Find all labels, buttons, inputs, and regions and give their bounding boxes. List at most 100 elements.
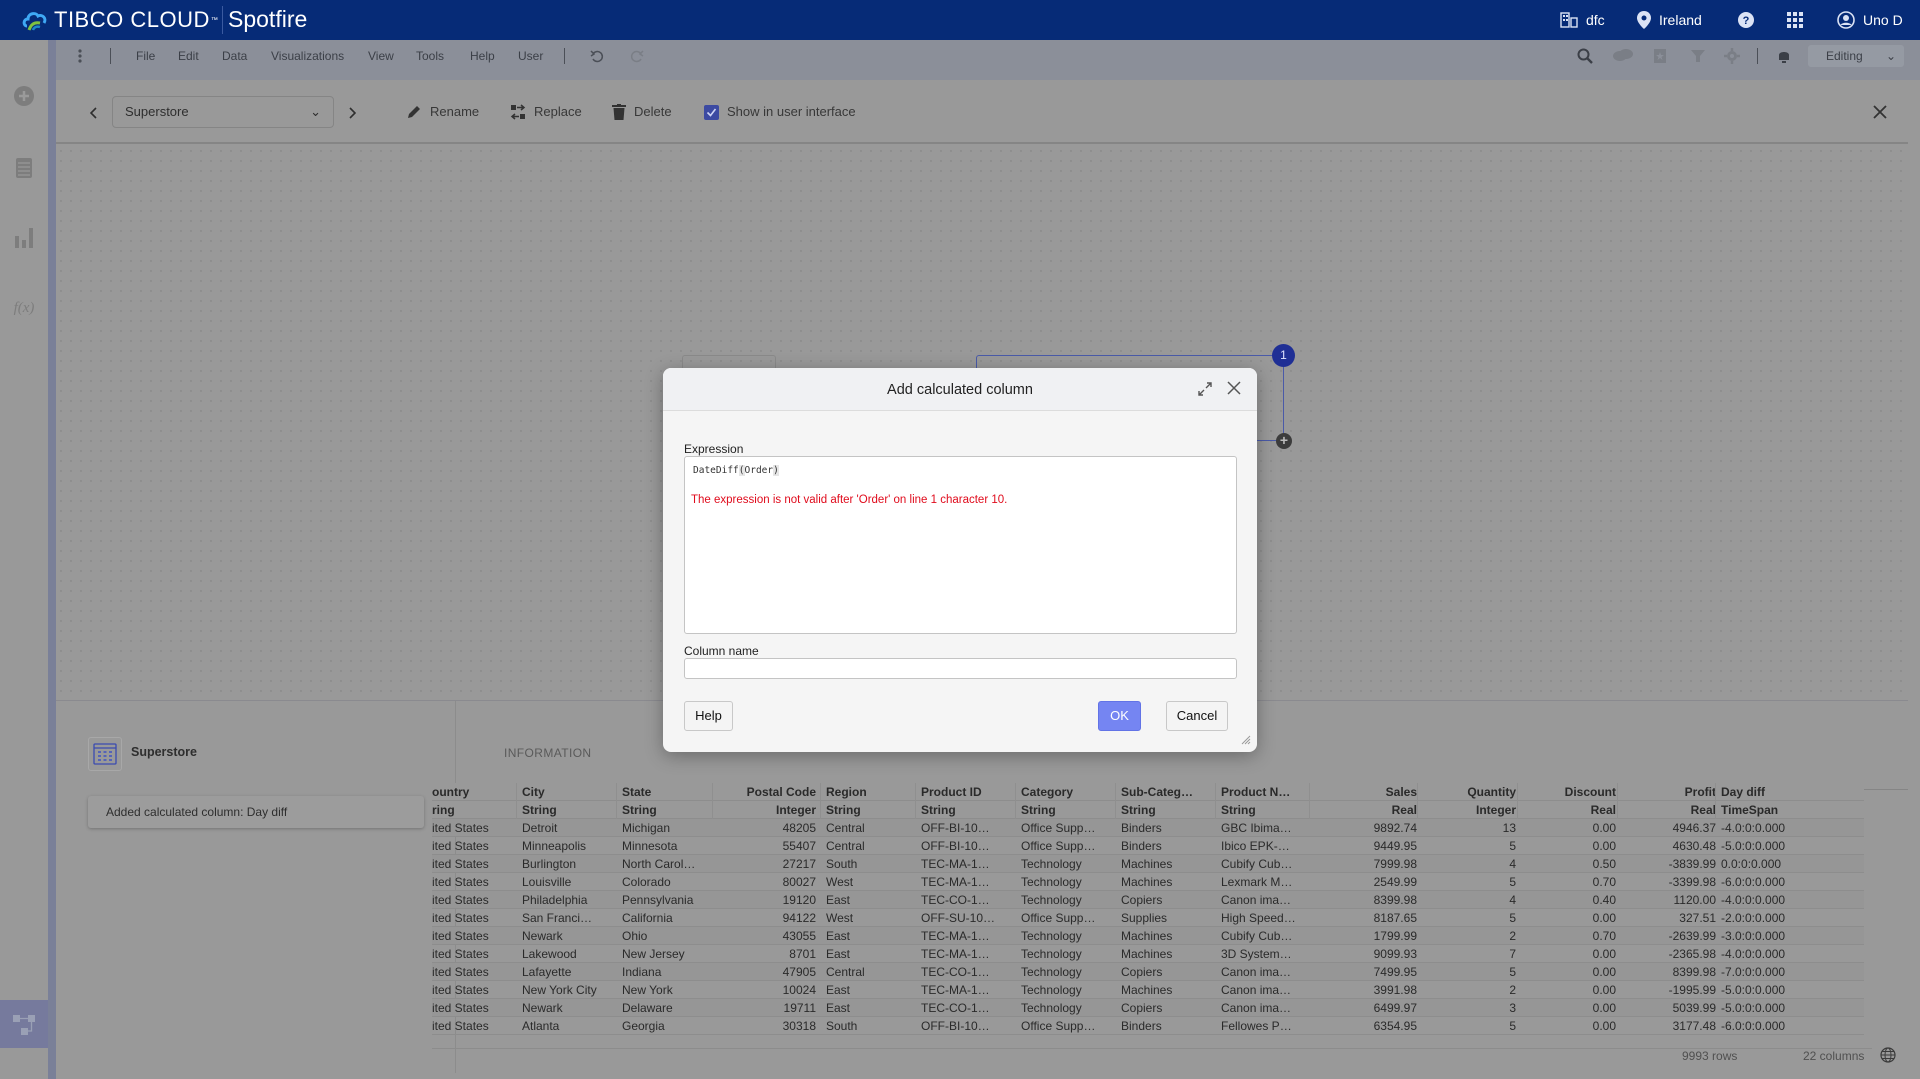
column-separator[interactable] <box>915 783 916 819</box>
column-separator[interactable] <box>516 783 517 819</box>
expression-paren-close: ) <box>773 465 779 476</box>
cell-product-name: Fellowes P… <box>1221 1019 1292 1033</box>
expand-icon[interactable] <box>1198 382 1212 396</box>
column-separator[interactable] <box>1015 783 1016 819</box>
cell-quantity: 7 <box>1509 947 1516 961</box>
menu-edit[interactable]: Edit <box>178 40 199 72</box>
pages-button[interactable] <box>12 156 36 180</box>
column-separator[interactable] <box>1115 783 1116 819</box>
tibco-cloud-logo[interactable]: TIBCO CLOUD ™ <box>22 7 218 33</box>
add-data-button[interactable] <box>12 84 36 108</box>
apps-button[interactable] <box>1787 0 1811 40</box>
column-separator[interactable] <box>1215 783 1216 819</box>
column-separator[interactable] <box>712 783 713 819</box>
cell-postal-code: 8701 <box>789 947 816 961</box>
cell-state: North Carol… <box>622 857 696 871</box>
column-separator[interactable] <box>616 783 617 819</box>
notifications-bell-icon[interactable] <box>1776 48 1792 64</box>
column-separator[interactable] <box>1715 783 1716 819</box>
app-grid-icon <box>1787 12 1803 28</box>
column-separator[interactable] <box>1309 783 1310 819</box>
replace-button[interactable]: Replace <box>510 96 582 128</box>
cell-discount: 0.40 <box>1592 893 1616 907</box>
menu-tools[interactable]: Tools <box>416 40 444 72</box>
cell-discount: 0.00 <box>1592 821 1616 835</box>
checkbox-checked-icon <box>704 104 719 120</box>
cell-country: ited States <box>432 947 489 961</box>
cell-region: East <box>826 929 851 943</box>
function-fx-icon[interactable]: f(x) <box>12 296 36 320</box>
cell-region: East <box>826 947 851 961</box>
row-count: 9993 rows <box>1682 1049 1738 1063</box>
cell-state: Indiana <box>622 965 662 979</box>
node-count-badge[interactable]: 1 <box>1272 344 1295 367</box>
cell-profit: -2639.99 <box>1668 929 1716 943</box>
mode-select[interactable]: Editing ⌄ <box>1808 45 1904 67</box>
cell-product-name: String <box>1221 803 1256 817</box>
table-row: ited States Minneapolis Minnesota 55407 Cent… <box>432 837 1864 855</box>
cell-day-diff: -4.0:0:0.000 <box>1721 947 1786 961</box>
user-menu[interactable]: Uno D <box>1837 0 1903 40</box>
ok-button[interactable]: OK <box>1098 701 1141 731</box>
data-table-toolbar: Superstore ⌄ Rename Replace Delete Show … <box>56 80 1908 144</box>
resize-grip-icon[interactable] <box>1239 733 1251 745</box>
region-name: Ireland <box>1659 12 1702 28</box>
cell-sub-category: Machines <box>1121 857 1173 871</box>
expression-function: DateDiff <box>693 465 739 476</box>
dialog-header[interactable]: Add calculated column <box>663 368 1257 411</box>
comments-icon[interactable] <box>1612 48 1634 64</box>
history-item[interactable]: Added calculated column: Day diff <box>88 796 424 828</box>
column-separator[interactable] <box>1517 783 1518 819</box>
cell-quantity: 5 <box>1509 839 1516 853</box>
menu-file[interactable]: File <box>136 40 155 72</box>
cell-profit: 1120.00 <box>1673 893 1717 907</box>
cell-category: Office Supp… <box>1021 911 1096 925</box>
search-icon[interactable] <box>1577 48 1593 64</box>
settings-gear-icon[interactable] <box>1724 48 1740 64</box>
show-in-ui-checkbox[interactable]: Show in user interface <box>704 96 856 128</box>
tab-information[interactable]: INFORMATION <box>504 746 592 760</box>
rename-button[interactable]: Rename <box>406 96 479 128</box>
cancel-button[interactable]: Cancel <box>1166 701 1228 731</box>
menu-user[interactable]: User <box>518 40 543 72</box>
cell-postal-code: 27217 <box>782 857 816 871</box>
expression-editor[interactable]: DateDiff(Order) The expression is not va… <box>684 456 1237 634</box>
cell-product-id: OFF-BI-10… <box>921 821 990 835</box>
menu-data[interactable]: Data <box>222 40 247 72</box>
visualizations-button[interactable] <box>12 226 36 250</box>
replace-label: Replace <box>534 104 582 119</box>
cell-country: ited States <box>432 929 489 943</box>
menu-visualizations[interactable]: Visualizations <box>271 40 344 72</box>
cell-quantity: 4 <box>1509 857 1516 871</box>
more-vertical-icon[interactable] <box>72 48 88 64</box>
column-separator[interactable] <box>1417 783 1418 819</box>
column-separator[interactable] <box>820 783 821 819</box>
column-separator[interactable] <box>1617 783 1618 819</box>
data-canvas-button[interactable] <box>0 1000 48 1048</box>
data-table-select[interactable]: Superstore ⌄ <box>112 96 334 128</box>
menu-view[interactable]: View <box>368 40 394 72</box>
bookmark-icon[interactable] <box>1652 48 1668 64</box>
cell-quantity: 2 <box>1509 983 1516 997</box>
add-node-button[interactable]: + <box>1276 433 1292 449</box>
chevron-right-icon[interactable] <box>348 107 356 119</box>
undo-icon[interactable] <box>589 48 605 64</box>
cell-country: ountry <box>432 785 470 799</box>
help-button[interactable]: ? <box>1738 0 1762 40</box>
help-button[interactable]: Help <box>684 701 733 731</box>
cell-quantity: Quantity <box>1467 785 1516 799</box>
globe-icon[interactable] <box>1880 1047 1896 1063</box>
redo-icon[interactable] <box>629 48 645 64</box>
cell-profit: 4946.37 <box>1672 821 1716 835</box>
cell-city: Lakewood <box>522 947 577 961</box>
region-selector[interactable]: Ireland <box>1637 0 1702 40</box>
chevron-left-icon[interactable] <box>90 107 98 119</box>
menu-help[interactable]: Help <box>470 40 495 72</box>
filter-icon[interactable] <box>1690 48 1706 64</box>
close-icon[interactable] <box>1873 105 1887 119</box>
close-icon[interactable] <box>1226 380 1242 396</box>
org-selector[interactable]: dfc <box>1560 0 1605 40</box>
delete-button[interactable]: Delete <box>612 96 672 128</box>
column-name-input[interactable] <box>684 658 1237 679</box>
cell-profit: 4630.48 <box>1672 839 1716 853</box>
